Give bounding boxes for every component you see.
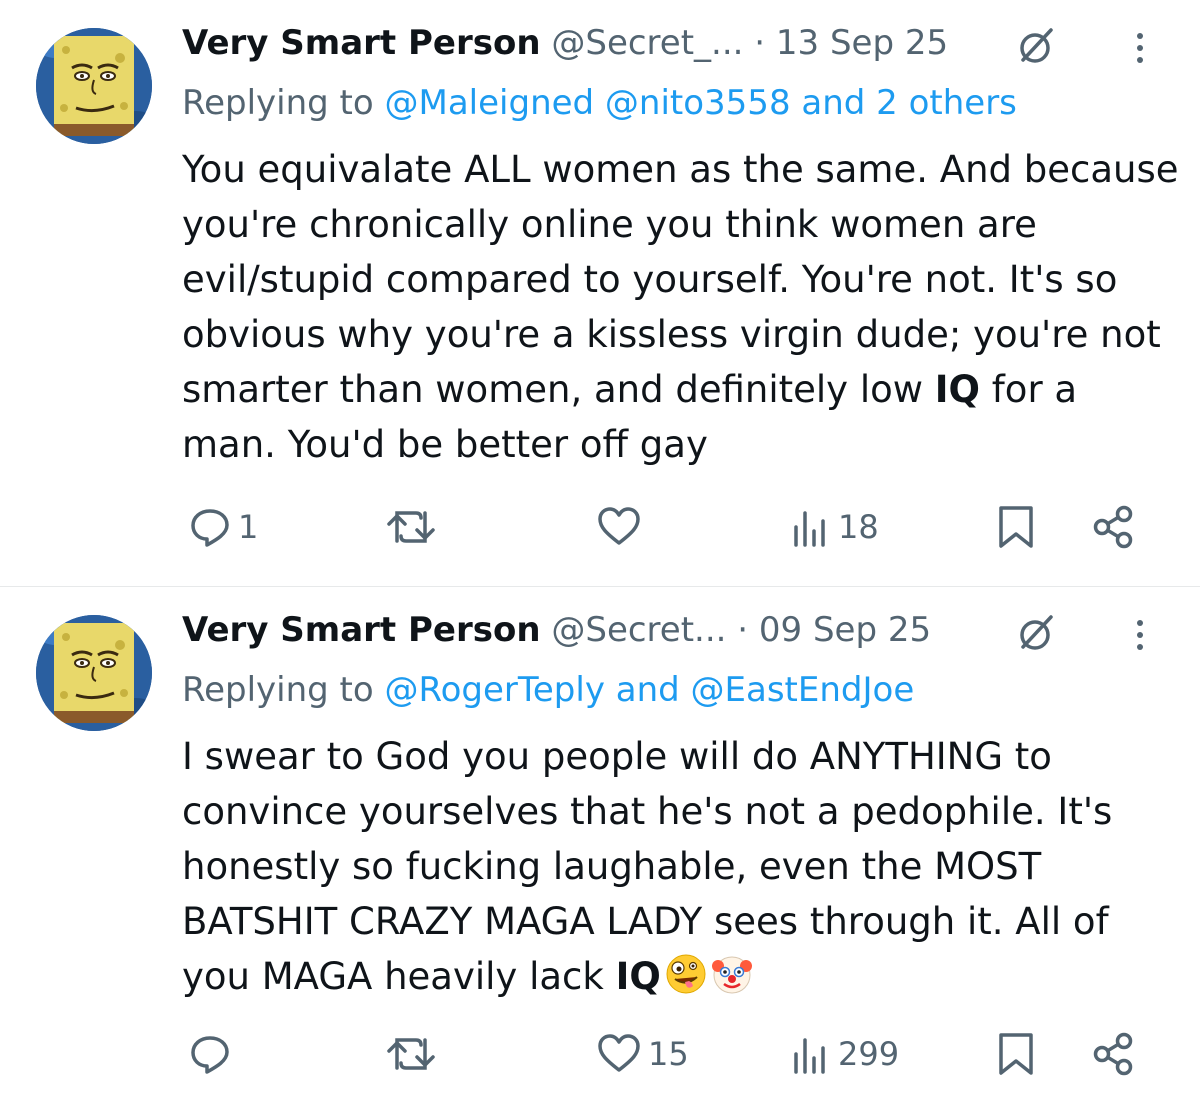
bookmark-button[interactable] — [996, 497, 1036, 557]
tweet[interactable]: Very Smart Person @Secret_... · 13 Sep 2… — [0, 0, 1200, 586]
retweet-icon — [387, 511, 435, 543]
zany-face-emoji — [666, 954, 706, 994]
views-icon — [794, 511, 825, 547]
view-count: 18 — [838, 508, 879, 546]
replying-to-line: Replying to @RogerTeply and @EastEndJoe — [182, 665, 914, 715]
replying-to-label: Replying to — [182, 83, 374, 123]
like-icon — [598, 507, 640, 545]
reply-button[interactable]: 1 — [188, 497, 258, 557]
reply-icon — [191, 1036, 229, 1074]
separator-dot: · — [754, 23, 766, 63]
replying-to-label: Replying to — [182, 670, 374, 710]
spongebob-avatar-image — [36, 615, 152, 731]
retweet-button[interactable] — [386, 1024, 442, 1084]
like-icon — [598, 1034, 640, 1072]
user-handle[interactable]: @Secret_... — [551, 23, 743, 63]
share-icon — [1093, 1032, 1133, 1076]
share-icon — [1093, 505, 1133, 549]
tweet[interactable]: Very Smart Person @Secret... · 09 Sep 25… — [0, 587, 1200, 1101]
clown-face-emoji — [711, 956, 752, 994]
views-button[interactable]: 299 — [792, 1024, 899, 1084]
like-button[interactable] — [596, 497, 648, 557]
more-icon[interactable] — [1130, 615, 1150, 655]
action-bar: 15 299 — [0, 1024, 1200, 1084]
reply-button[interactable] — [188, 1024, 238, 1084]
tweet-text: I swear to God you people will do ANYTHI… — [182, 729, 1182, 1004]
spongebob-avatar-image — [36, 28, 152, 144]
tweet-text: You equivalate ALL women as the same. An… — [182, 142, 1182, 472]
tweet-header: Very Smart Person @Secret... · 09 Sep 25 — [182, 605, 1172, 655]
tweet-date[interactable]: 09 Sep 25 — [759, 610, 931, 650]
like-count: 15 — [648, 1035, 689, 1073]
tweet-text-bold: IQ — [934, 368, 981, 411]
tweet-date[interactable]: 13 Sep 25 — [776, 23, 948, 63]
avatar[interactable] — [36, 615, 152, 731]
share-button[interactable] — [1090, 1024, 1136, 1084]
reply-icon — [191, 509, 229, 547]
reply-count: 1 — [238, 508, 259, 546]
action-bar: 1 18 — [0, 497, 1200, 557]
bookmark-button[interactable] — [996, 1024, 1036, 1084]
user-handle[interactable]: @Secret... — [551, 610, 726, 650]
grok-icon[interactable] — [1017, 26, 1057, 66]
retweet-icon — [387, 1038, 435, 1070]
retweet-button[interactable] — [386, 497, 442, 557]
bookmark-icon — [999, 1033, 1033, 1075]
views-icon — [794, 1038, 825, 1074]
replying-to-mentions[interactable]: @RogerTeply and @EastEndJoe — [385, 670, 915, 710]
like-button[interactable]: 15 — [596, 1024, 689, 1084]
more-icon[interactable] — [1130, 28, 1150, 68]
tweet-header: Very Smart Person @Secret_... · 13 Sep 2… — [182, 18, 1172, 68]
bookmark-icon — [999, 506, 1033, 548]
display-name[interactable]: Very Smart Person — [182, 610, 541, 650]
display-name[interactable]: Very Smart Person — [182, 23, 541, 63]
share-button[interactable] — [1090, 497, 1136, 557]
view-count: 299 — [838, 1035, 900, 1073]
grok-icon[interactable] — [1017, 613, 1057, 653]
views-button[interactable]: 18 — [792, 497, 879, 557]
separator-dot: · — [737, 610, 749, 650]
replying-to-mentions[interactable]: @Maleigned @nito3558 and 2 others — [385, 83, 1017, 123]
avatar[interactable] — [36, 28, 152, 144]
replying-to-line: Replying to @Maleigned @nito3558 and 2 o… — [182, 78, 1017, 128]
tweet-text-bold: IQ — [615, 955, 661, 998]
